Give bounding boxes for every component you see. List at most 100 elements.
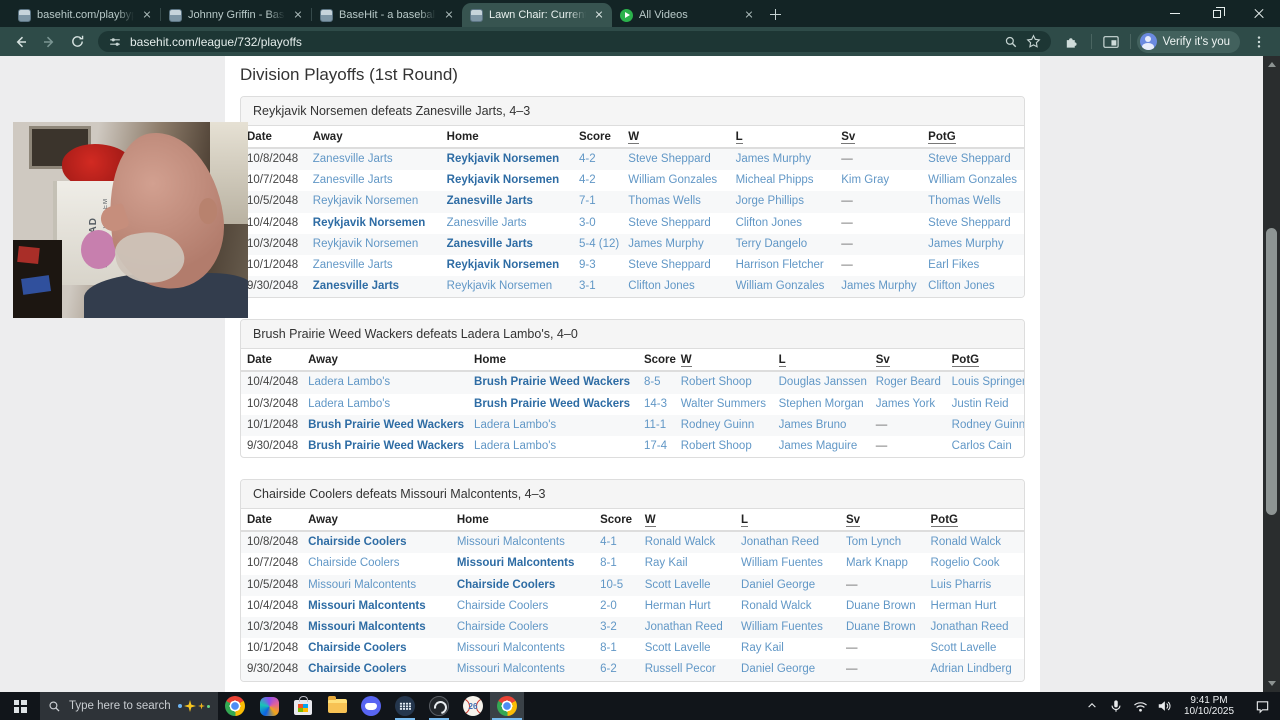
browser-tab[interactable]: basehit.com/playbyplay/playby — [10, 3, 160, 27]
close-tab-icon[interactable] — [442, 8, 456, 22]
save-pitcher-link[interactable]: Duane Brown — [846, 621, 916, 633]
scrollbar-thumb[interactable] — [1266, 228, 1277, 515]
home-team-link[interactable]: Ladera Lambo's — [474, 419, 556, 431]
score-link[interactable]: 8-5 — [644, 376, 661, 388]
winning-pitcher-link[interactable]: Robert Shoop — [681, 376, 752, 388]
away-team-link[interactable]: Missouri Malcontents — [308, 621, 426, 633]
discord-taskbar-button[interactable] — [354, 692, 388, 720]
score-link[interactable]: 17-4 — [644, 440, 667, 452]
away-team-link[interactable]: Zanesville Jarts — [313, 174, 393, 186]
player-of-the-game-link[interactable]: Thomas Wells — [928, 195, 1001, 207]
away-team-link[interactable]: Ladera Lambo's — [308, 376, 390, 388]
winning-pitcher-link[interactable]: Herman Hurt — [645, 600, 711, 612]
player-of-the-game-link[interactable]: William Gonzales — [928, 174, 1017, 186]
player-of-the-game-link[interactable]: James Murphy — [928, 238, 1003, 250]
losing-pitcher-link[interactable]: William Fuentes — [741, 557, 823, 569]
away-team-link[interactable]: Reykjavik Norsemen — [313, 217, 426, 229]
away-team-link[interactable]: Missouri Malcontents — [308, 600, 426, 612]
restore-button[interactable] — [1196, 0, 1238, 27]
home-team-link[interactable]: Missouri Malcontents — [457, 557, 575, 569]
losing-pitcher-link[interactable]: Harrison Fletcher — [736, 259, 824, 271]
away-team-link[interactable]: Chairside Coolers — [308, 557, 399, 569]
score-link[interactable]: 7-1 — [579, 195, 596, 207]
browser-tab[interactable]: BaseHit - a baseball managem — [312, 3, 462, 27]
winning-pitcher-link[interactable]: Steve Sheppard — [628, 153, 710, 165]
away-team-link[interactable]: Zanesville Jarts — [313, 259, 393, 271]
player-of-the-game-link[interactable]: Carlos Cain — [952, 440, 1012, 452]
home-team-link[interactable]: Missouri Malcontents — [457, 642, 565, 654]
home-team-link[interactable]: Brush Prairie Weed Wackers — [474, 376, 630, 388]
score-link[interactable]: 2-0 — [600, 600, 617, 612]
player-of-the-game-link[interactable]: Herman Hurt — [931, 600, 997, 612]
away-team-link[interactable]: Zanesville Jarts — [313, 153, 393, 165]
losing-pitcher-link[interactable]: Jonathan Reed — [741, 536, 819, 548]
player-of-the-game-link[interactable]: Clifton Jones — [928, 280, 994, 292]
score-link[interactable]: 3-2 — [600, 621, 617, 633]
winning-pitcher-link[interactable]: Scott Lavelle — [645, 579, 711, 591]
score-link[interactable]: 4-2 — [579, 153, 596, 165]
microphone-icon[interactable] — [1104, 692, 1128, 720]
losing-pitcher-link[interactable]: James Bruno — [779, 419, 847, 431]
close-tab-icon[interactable] — [592, 8, 606, 22]
winning-pitcher-link[interactable]: William Gonzales — [628, 174, 717, 186]
browser-menu-icon[interactable] — [1246, 30, 1272, 54]
home-team-link[interactable]: Ladera Lambo's — [474, 440, 556, 452]
player-of-the-game-link[interactable]: Scott Lavelle — [931, 642, 997, 654]
close-tab-icon[interactable] — [291, 8, 305, 22]
winning-pitcher-link[interactable]: Thomas Wells — [628, 195, 701, 207]
taskbar-search[interactable]: Type here to search — [40, 692, 218, 720]
player-of-the-game-link[interactable]: Adrian Lindberg — [931, 663, 1012, 675]
player-of-the-game-link[interactable]: Jonathan Reed — [931, 621, 1009, 633]
losing-pitcher-link[interactable]: James Maguire — [779, 440, 858, 452]
winning-pitcher-link[interactable]: Ray Kail — [645, 557, 688, 569]
score-link[interactable]: 11-1 — [644, 419, 666, 431]
score-link[interactable]: 14-3 — [644, 398, 667, 410]
away-team-link[interactable]: Chairside Coolers — [308, 642, 406, 654]
numpad-taskbar-button[interactable] — [388, 692, 422, 720]
save-pitcher-link[interactable]: Duane Brown — [846, 600, 916, 612]
network-icon[interactable] — [1128, 692, 1152, 720]
away-team-link[interactable]: Reykjavik Norsemen — [313, 195, 418, 207]
save-pitcher-link[interactable]: Kim Gray — [841, 174, 889, 186]
home-team-link[interactable]: Zanesville Jarts — [447, 238, 533, 250]
zoom-icon[interactable] — [1004, 35, 1018, 49]
winning-pitcher-link[interactable]: James Murphy — [628, 238, 703, 250]
away-team-link[interactable]: Brush Prairie Weed Wackers — [308, 419, 464, 431]
home-team-link[interactable]: Chairside Coolers — [457, 600, 548, 612]
winning-pitcher-link[interactable]: Clifton Jones — [628, 280, 694, 292]
score-link[interactable]: 5-4 (12) — [579, 238, 619, 250]
away-team-link[interactable]: Chairside Coolers — [308, 663, 406, 675]
winning-pitcher-link[interactable]: Russell Pecor — [645, 663, 716, 675]
score-link[interactable]: 8-1 — [600, 557, 617, 569]
obs-taskbar-button[interactable] — [422, 692, 456, 720]
winning-pitcher-link[interactable]: Walter Summers — [681, 398, 766, 410]
losing-pitcher-link[interactable]: Ray Kail — [741, 642, 784, 654]
player-of-the-game-link[interactable]: Steve Sheppard — [928, 153, 1010, 165]
winning-pitcher-link[interactable]: Robert Shoop — [681, 440, 752, 452]
away-team-link[interactable]: Brush Prairie Weed Wackers — [308, 440, 464, 452]
player-of-the-game-link[interactable]: Louis Springer — [952, 376, 1024, 388]
profile-chip[interactable]: Verify it's you — [1136, 30, 1240, 53]
page-scrollbar[interactable] — [1263, 56, 1280, 692]
save-pitcher-link[interactable]: James Murphy — [841, 280, 916, 292]
score-link[interactable]: 8-1 — [600, 642, 617, 654]
player-of-the-game-link[interactable]: Steve Sheppard — [928, 217, 1010, 229]
browser-tab[interactable]: All Videos — [612, 3, 762, 27]
losing-pitcher-link[interactable]: Douglas Janssen — [779, 376, 867, 388]
hidden-icons-chevron[interactable] — [1080, 692, 1104, 720]
score-link[interactable]: 9-3 — [579, 259, 596, 271]
baseball-taskbar-button[interactable]: 26 — [456, 692, 490, 720]
store-taskbar-button[interactable] — [286, 692, 320, 720]
away-team-link[interactable]: Zanesville Jarts — [313, 280, 399, 292]
copilot-taskbar-button[interactable] — [252, 692, 286, 720]
home-team-link[interactable]: Zanesville Jarts — [447, 195, 533, 207]
score-link[interactable]: 3-1 — [579, 280, 596, 292]
score-link[interactable]: 6-2 — [600, 663, 617, 675]
losing-pitcher-link[interactable]: Daniel George — [741, 579, 815, 591]
player-of-the-game-link[interactable]: Ronald Walck — [931, 536, 1002, 548]
back-button[interactable] — [8, 30, 34, 54]
chrome-active-taskbar-button[interactable] — [490, 692, 524, 720]
losing-pitcher-link[interactable]: Micheal Phipps — [736, 174, 814, 186]
score-link[interactable]: 4-2 — [579, 174, 596, 186]
url-text[interactable]: basehit.com/league/732/playoffs — [130, 35, 996, 49]
